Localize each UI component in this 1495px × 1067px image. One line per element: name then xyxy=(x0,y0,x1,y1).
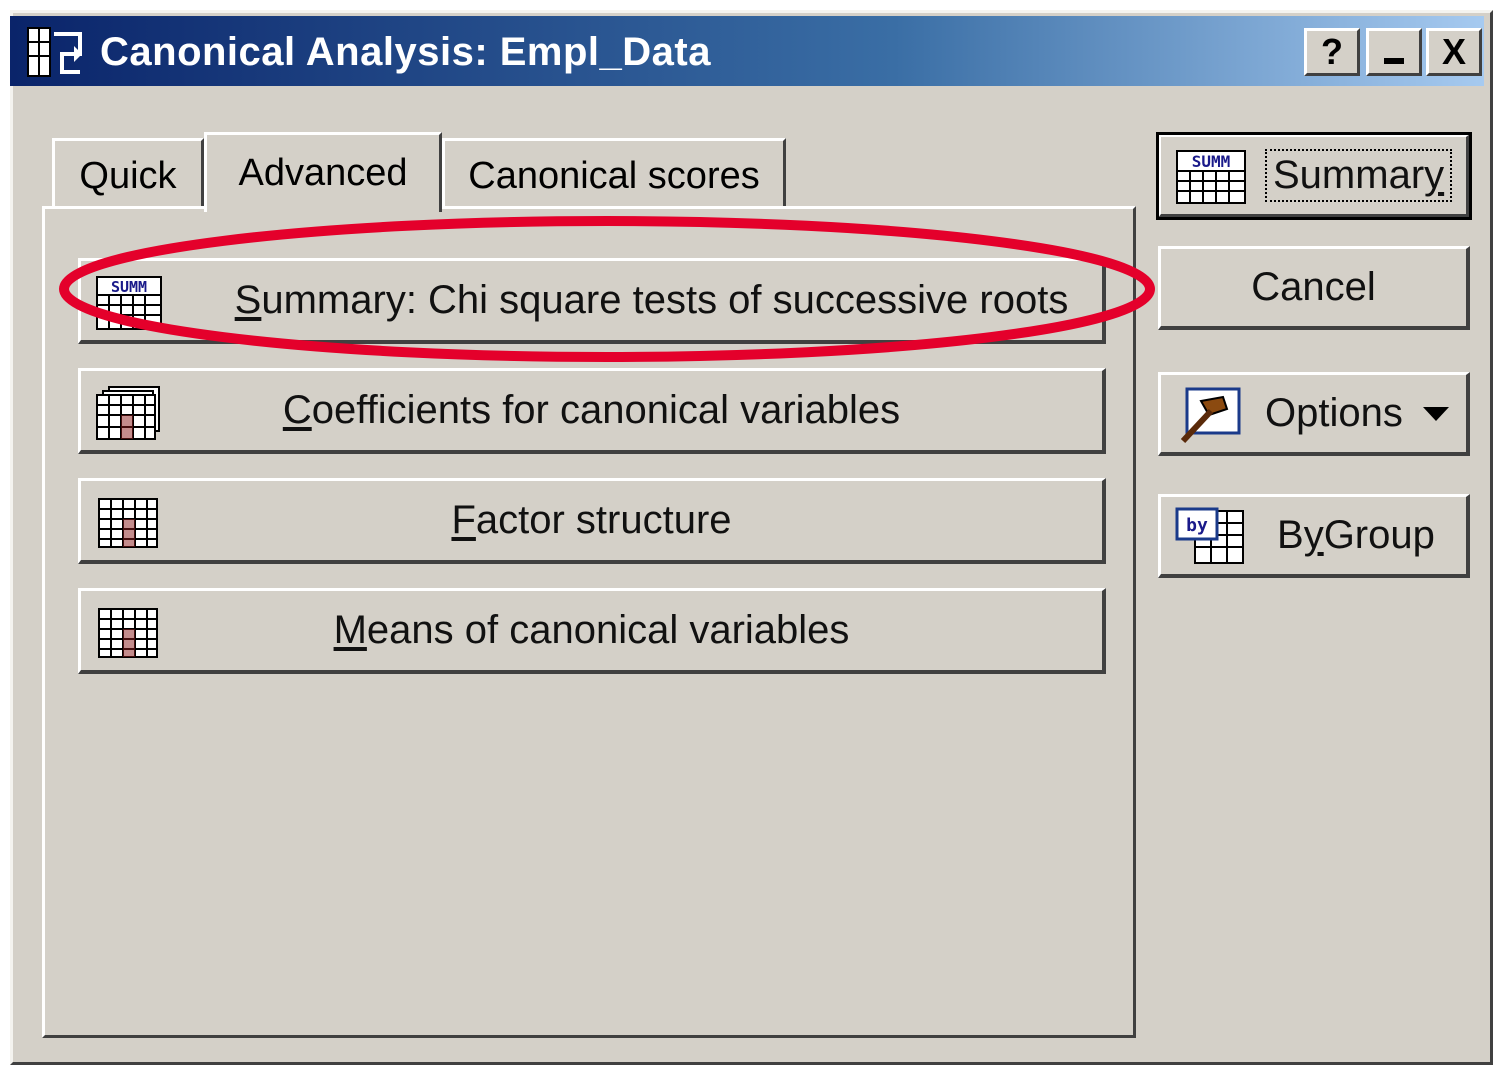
coefficients-button[interactable]: Coefficients for canonical variables xyxy=(78,368,1106,454)
hammer-icon xyxy=(1180,387,1241,444)
coefficients-label: Coefficients for canonical variables xyxy=(282,388,901,432)
summary-button[interactable]: SUMM Summary xyxy=(1156,132,1472,220)
minimize-button[interactable] xyxy=(1366,28,1422,76)
factor-structure-label: Factor structure xyxy=(451,498,732,542)
close-button[interactable]: X xyxy=(1426,28,1482,76)
app-icon xyxy=(27,27,82,77)
options-button[interactable]: Options xyxy=(1158,372,1470,456)
options-label: Options xyxy=(1265,391,1403,435)
svg-text:SUMM: SUMM xyxy=(1192,152,1231,171)
window-title: Canonical Analysis: Empl_Data xyxy=(100,30,711,74)
summary-button-label: Summary xyxy=(1265,137,1453,214)
by-group-icon: by xyxy=(1175,507,1244,564)
by-group-label: By Group xyxy=(1277,513,1435,557)
means-canonical-label: Means of canonical variables xyxy=(333,608,850,652)
cancel-button[interactable]: Cancel xyxy=(1158,246,1470,330)
tab-canonical-scores[interactable]: Canonical scores xyxy=(442,138,786,212)
summary-chi-square-button[interactable]: SUMM Summary: Chi square tests of succes… xyxy=(78,258,1106,344)
cancel-label: Cancel xyxy=(1251,265,1376,309)
dropdown-arrow-icon xyxy=(1423,407,1449,421)
tab-quick[interactable]: Quick xyxy=(52,138,204,212)
means-canonical-button[interactable]: Means of canonical variables xyxy=(78,588,1106,674)
summary-chi-square-label: Summary: Chi square tests of successive … xyxy=(234,278,1069,322)
minimize-icon xyxy=(1384,58,1404,64)
by-group-button[interactable]: by By Group xyxy=(1158,494,1470,578)
title-bar[interactable]: Canonical Analysis: Empl_Data ? X xyxy=(10,16,1484,86)
help-button[interactable]: ? xyxy=(1304,28,1360,76)
svg-text:by: by xyxy=(1186,515,1208,536)
factor-structure-button[interactable]: Factor structure xyxy=(78,478,1106,564)
summary-table-icon: SUMM xyxy=(1176,150,1246,204)
tab-advanced[interactable]: Advanced xyxy=(204,132,442,212)
